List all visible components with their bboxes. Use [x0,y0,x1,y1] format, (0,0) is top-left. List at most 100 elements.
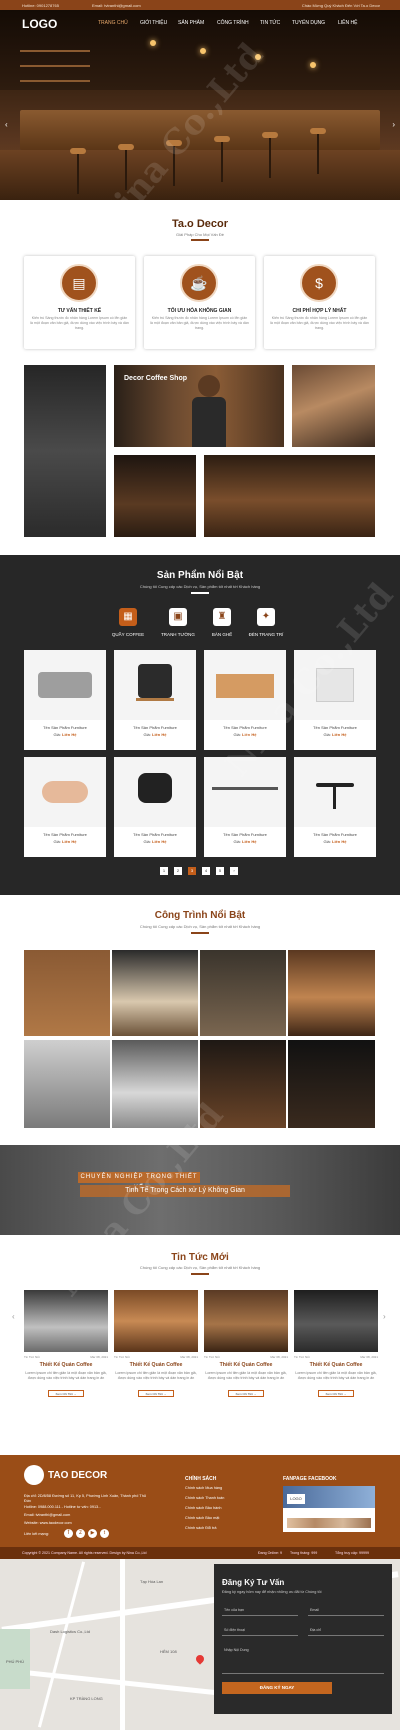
pagination-page[interactable]: 2 [174,867,182,875]
news-card[interactable]: Tin Tức Nổi Mar 08, 2021 Thiết Kế Quán Co… [204,1290,288,1400]
pagination-next[interactable]: › [230,867,238,875]
slider-next-icon[interactable]: › [392,120,395,129]
pagination-page[interactable]: 3 [188,867,196,875]
twitter-icon[interactable]: t [100,1529,109,1538]
product-card[interactable]: Tên Sản Phẩm Furniture Giá: Liên Hệ [114,650,196,750]
register-button[interactable]: ĐĂNG KÝ NGAY [222,1682,332,1694]
policy-link[interactable]: Chính sách Mua hàng [185,1486,222,1490]
project-photo[interactable] [112,950,198,1036]
title-divider [191,932,209,934]
project-photo[interactable] [24,1040,110,1128]
project-photo[interactable] [200,950,286,1036]
footer-brand: TAO DECOR [48,1470,108,1481]
intro-subtitle: Giải Pháp Cho Mọi Vấn Đề [175,232,225,237]
news-card-title[interactable]: Thiết Kế Quán Coffee [294,1362,378,1368]
consult-subtitle: Đăng ký ngay hôm nay để nhận những ưu đã… [222,1590,322,1594]
policy-link[interactable]: Chính sách Thanh toán [185,1496,224,1500]
product-name: Tên Sản Phẩm Furniture [133,832,177,837]
policy-link[interactable]: Chính sách Bảo mật [185,1516,219,1520]
product-name: Tên Sản Phẩm Furniture [223,725,267,730]
product-name: Tên Sản Phẩm Furniture [43,832,87,837]
nav-projects[interactable]: CÔNG TRÌNH [217,20,249,26]
product-card[interactable]: Tên Sản Phẩm Furniture Giá: Liên Hệ [204,757,286,857]
fullname-field[interactable]: Tên của bạn [222,1604,298,1616]
service-card-text: Kiến trú Sáng thước đc nhân hàng Lorem I… [30,316,129,330]
message-field[interactable]: Nhập Nội Dung [222,1644,384,1674]
title-divider [191,592,209,594]
tab-lighting[interactable]: ĐÈN TRANG TRÍ [242,632,290,637]
nav-news[interactable]: TIN TỨC [260,20,280,26]
zalo-icon[interactable]: z [76,1529,85,1538]
nav-contact[interactable]: LIÊN HỆ [338,20,357,26]
lamp-icon[interactable]: ✦ [257,608,275,626]
product-price: Giá: Liên Hệ [143,839,167,844]
facebook-icon[interactable]: f [64,1529,73,1538]
product-card[interactable]: Tên Sản Phẩm Furniture Giá: Liên Hệ [24,650,106,750]
policy-link[interactable]: Chính sách Bảo hành [185,1506,222,1510]
service-card-title: TỐI ƯU HÓA KHÔNG GIAN [167,308,232,314]
nav-about[interactable]: GIỚI THIỆU [140,20,167,26]
gallery-photo[interactable]: Decor Coffee Shop [114,365,284,447]
news-card-title[interactable]: Thiết Kế Quán Coffee [204,1362,288,1368]
youtube-icon[interactable]: ▶ [88,1529,97,1538]
news-subtitle: Chúng tôi Cung cấp các Dịch vụ, Sản phẩm… [139,1265,261,1270]
phone-field[interactable]: Số điện thoại [222,1624,298,1636]
site-logo[interactable]: LOGO [22,17,57,31]
news-card[interactable]: Tin Tức Nổi Mar 08, 2021 Thiết Kế Quán Co… [24,1290,108,1400]
fanpage-widget[interactable]: LOGO [283,1486,375,1532]
news-card-title[interactable]: Thiết Kế Quán Coffee [24,1362,108,1368]
news-card[interactable]: Tin Tức Nổi Mar 08, 2021 Thiết Kế Quán Co… [294,1290,378,1400]
news-card-text: Lorem ipsum chi tiền giản là một đoạn vă… [25,1371,107,1380]
online-count: Đang Online: 9 [258,1551,282,1555]
product-card[interactable]: Tên Sản Phẩm Furniture Giá: Liên Hệ [114,757,196,857]
frame-icon[interactable]: ▣ [169,608,187,626]
email-field[interactable]: Email [308,1604,384,1616]
slider-prev-icon[interactable]: ‹ [5,120,8,129]
pagination-page[interactable]: 4 [202,867,210,875]
product-card[interactable]: Tên Sản Phẩm Furniture Giá: Liên Hệ [24,757,106,857]
news-next-icon[interactable]: › [383,1312,386,1321]
project-photo[interactable] [24,950,110,1036]
project-photo[interactable] [288,1040,375,1128]
tab-wall-art[interactable]: TRANH TƯỜNG [154,632,202,637]
address-field[interactable]: Địa chỉ [308,1624,384,1636]
news-card-title[interactable]: Thiết Kế Quán Coffee [114,1362,198,1368]
project-photo[interactable] [288,950,375,1036]
product-card[interactable]: Tên Sản Phẩm Furniture Giá: Liên Hệ [294,757,376,857]
news-prev-icon[interactable]: ‹ [12,1312,15,1321]
read-more-button[interactable]: Xem Chi Tiết → [228,1390,264,1397]
tab-coffee-counter[interactable]: QUẦY COFFEE [104,632,152,637]
product-name: Tên Sản Phẩm Furniture [313,832,357,837]
footer-address: Địa chỉ: 2D/8/58 Đường số 11, Kp 5, Phườ… [24,1494,146,1503]
social-label: Liên kết mạng: [24,1532,49,1536]
chair-icon[interactable]: ♜ [213,608,231,626]
gallery-photo[interactable] [114,455,196,537]
gallery-photo[interactable] [204,455,375,537]
news-card[interactable]: Tin Tức Nổi Mar 08, 2021 Thiết Kế Quán Co… [114,1290,198,1400]
gallery-photo[interactable] [24,365,106,537]
news-meta: Tin Tức Nổi Mar 08, 2021 [24,1355,108,1359]
footer-website: Website: www.taodecor.com [24,1521,72,1525]
nav-recruitment[interactable]: TUYỂN DỤNG [292,20,325,26]
counter-icon[interactable]: ▦ [119,608,137,626]
map-pin-icon[interactable] [194,1653,206,1665]
policy-link[interactable]: Chính sách Đổi trả [185,1526,216,1530]
hero-slider [0,10,400,200]
read-more-button[interactable]: Xem Chi Tiết → [48,1390,84,1397]
product-card[interactable]: Tên Sản Phẩm Furniture Giá: Liên Hệ [294,650,376,750]
pagination-page[interactable]: 1 [160,867,168,875]
nav-products[interactable]: SẢN PHẨM [178,20,204,26]
read-more-button[interactable]: Xem Chi Tiết → [138,1390,174,1397]
product-card[interactable]: Tên Sản Phẩm Furniture Giá: Liên Hệ [204,650,286,750]
service-card: $ CHI PHÍ HỢP LÝ NHẤT Kiến trú Sáng thướ… [264,256,375,349]
project-photo[interactable] [112,1040,198,1128]
nav-home[interactable]: TRANG CHỦ [98,20,128,26]
tab-furniture[interactable]: BÀN GHẾ [198,632,246,637]
gallery-photo[interactable] [292,365,375,447]
map-label: Tạp Hóa Lan [140,1579,164,1584]
news-meta: Tin Tức Nổi Mar 08, 2021 [204,1355,288,1359]
pagination-page[interactable]: 5 [216,867,224,875]
project-photo[interactable] [200,1040,286,1128]
read-more-button[interactable]: Xem Chi Tiết → [318,1390,354,1397]
checklist-icon: ▤ [60,264,98,302]
